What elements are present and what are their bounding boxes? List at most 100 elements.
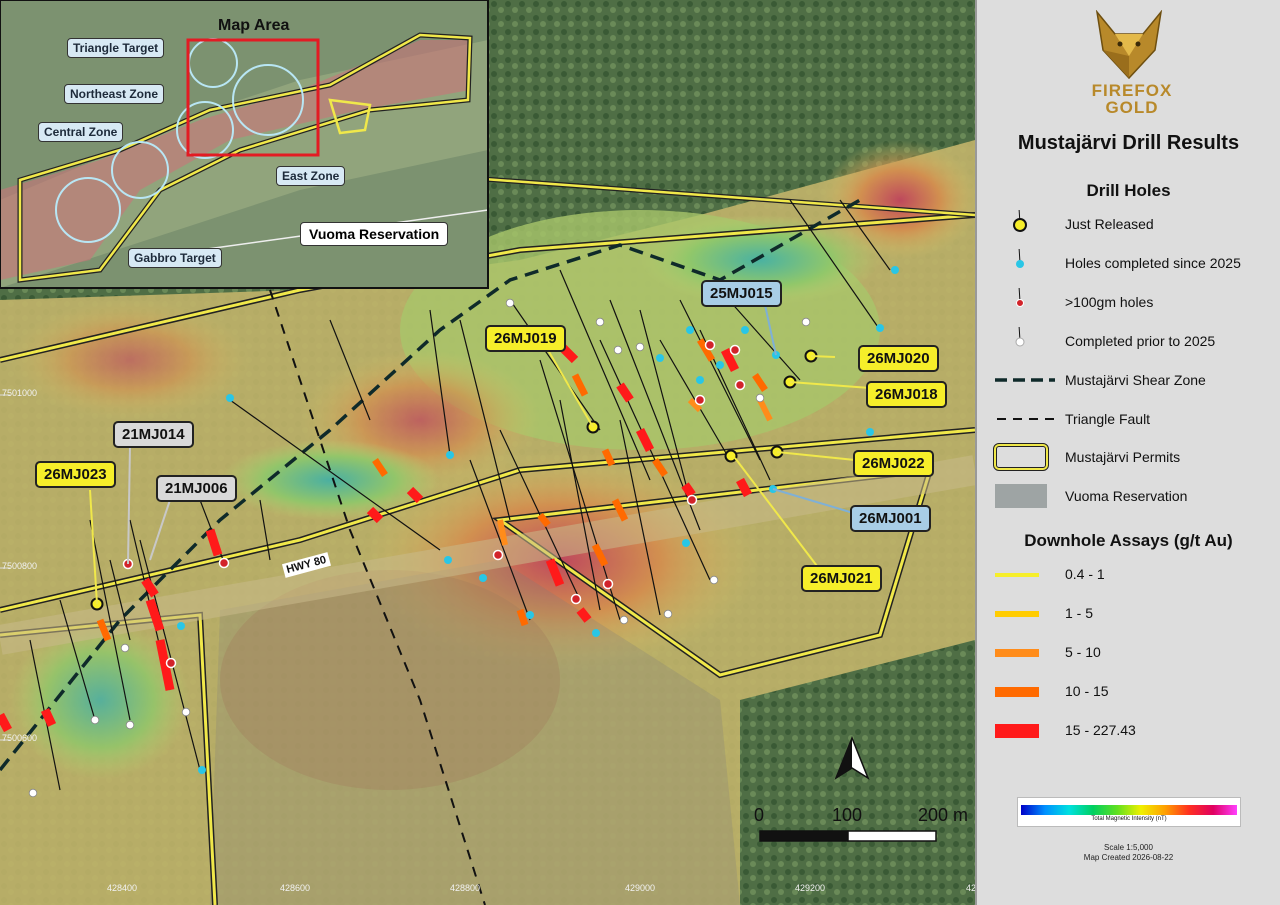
shear-zone-icon — [995, 378, 1055, 382]
collar-since-2025[interactable] — [656, 354, 664, 362]
easting-label: 429000 — [625, 883, 656, 893]
northing-label: 7500600 — [2, 733, 38, 743]
callout-26mj021[interactable]: 26MJ021 — [801, 565, 882, 592]
collar-prior-2025[interactable] — [709, 575, 719, 585]
map-created-text: Map Created 2026-08-22 — [1083, 853, 1174, 862]
easting-label: 428600 — [280, 883, 311, 893]
collar-since-2025[interactable] — [526, 611, 534, 619]
logo-text: FIREFOX GOLD — [1091, 81, 1173, 117]
firefox-logo-icon — [1095, 10, 1163, 80]
collar-over-100gm[interactable] — [686, 494, 698, 506]
drill-holes-heading: Drill Holes — [1086, 181, 1171, 200]
assay-label-3: 5 - 10 — [1065, 644, 1101, 660]
northing-label: 7500800 — [2, 561, 38, 571]
assay-label-5: 15 - 227.43 — [1065, 722, 1136, 738]
callout-26mj020[interactable]: 26MJ020 — [858, 345, 939, 372]
collar-since-2025[interactable] — [741, 326, 749, 334]
collar-over-100gm[interactable] — [570, 593, 582, 605]
inset-title: Map Area — [218, 17, 290, 34]
assay-swatch-4 — [995, 687, 1039, 697]
collar-prior-2025[interactable] — [120, 643, 130, 653]
collar-prior-2025[interactable] — [619, 615, 629, 625]
legend-label-vuoma: Vuoma Reservation — [1065, 488, 1188, 504]
assay-interval — [40, 708, 57, 727]
scale-label-200: 200 m — [918, 805, 969, 825]
collar-over-100gm[interactable] — [694, 394, 706, 406]
collar-since-2025[interactable] — [716, 361, 724, 369]
label-northeast-zone: Northeast Zone — [64, 84, 165, 104]
collar-since-2025[interactable] — [479, 574, 487, 582]
collar-since-2025[interactable] — [226, 394, 234, 402]
assay-swatch-2 — [995, 611, 1039, 617]
easting-label: 428800 — [450, 883, 481, 893]
label-gabbro-target: Gabbro Target — [128, 248, 222, 268]
vuoma-reservation-icon — [995, 484, 1047, 508]
collar-prior-2025[interactable] — [755, 393, 765, 403]
callout-26mj022[interactable]: 26MJ022 — [853, 450, 934, 477]
collar-since-2025[interactable] — [876, 324, 884, 332]
callout-21mj014[interactable]: 21MJ014 — [113, 421, 194, 448]
collar-since-2025[interactable] — [198, 766, 206, 774]
legend-label-triangle-fault: Triangle Fault — [1065, 411, 1151, 427]
collar-since-2025[interactable] — [177, 622, 185, 630]
collar-prior-2025[interactable] — [663, 609, 673, 619]
collar-prior-2025[interactable] — [181, 707, 191, 717]
assay-label-2: 1 - 5 — [1065, 605, 1094, 621]
legend-label-shear-zone: Mustajärvi Shear Zone — [1065, 372, 1206, 388]
collar-since-2025[interactable] — [682, 539, 690, 547]
legend-label-over-100gm: >100gm holes — [1065, 294, 1154, 310]
collar-prior-2025[interactable] — [595, 317, 605, 327]
collar-prior-2025[interactable] — [28, 788, 38, 798]
scale-bar — [759, 830, 937, 842]
collar-prior-2025[interactable] — [125, 720, 135, 730]
collar-over-100gm[interactable] — [218, 557, 230, 569]
permits-icon — [993, 443, 1049, 471]
legend-label-since-2025: Holes completed since 2025 — [1065, 255, 1241, 271]
collar-since-2025[interactable] — [696, 376, 704, 384]
magnetic-colorbar: Total Magnetic Intensity (nT) — [1017, 797, 1241, 827]
collar-since-2025[interactable] — [866, 428, 874, 436]
label-triangle-target: Triangle Target — [67, 38, 165, 58]
scale-label-100: 100 — [832, 805, 863, 825]
collar-over-100gm[interactable] — [704, 339, 716, 351]
collar-since-2025[interactable] — [592, 629, 600, 637]
label-east-zone: East Zone — [276, 166, 346, 186]
legend-label-prior-2025: Completed prior to 2025 — [1065, 333, 1216, 349]
callout-26mj023[interactable]: 26MJ023 — [35, 461, 116, 488]
callout-26mj019[interactable]: 26MJ019 — [485, 325, 566, 352]
map-canvas[interactable] — [0, 0, 975, 905]
callout-26mj018[interactable]: 26MJ018 — [866, 381, 947, 408]
legend-title: Mustajärvi Drill Results — [1017, 132, 1240, 154]
collar-prior-2025[interactable] — [635, 342, 645, 352]
assay-interval — [516, 608, 529, 627]
collar-over-100gm[interactable] — [492, 549, 504, 561]
collar-prior-2025[interactable] — [613, 345, 623, 355]
easting-label: 428400 — [107, 883, 138, 893]
triangle-fault-icon — [997, 418, 1055, 420]
prior-2025-icon — [1015, 327, 1025, 347]
collar-since-2025[interactable] — [446, 451, 454, 459]
collar-prior-2025[interactable] — [90, 715, 100, 725]
legend-panel: FIREFOX GOLD Mustajärvi Drill Results Dr… — [975, 0, 1280, 905]
collar-since-2025[interactable] — [891, 266, 899, 274]
collar-since-2025[interactable] — [686, 326, 694, 334]
assay-interval — [681, 482, 696, 498]
callout-25mj015[interactable]: 25MJ015 — [701, 280, 782, 307]
assay-label-4: 10 - 15 — [1065, 683, 1109, 699]
collar-over-100gm[interactable] — [729, 344, 741, 356]
since-2025-icon — [1016, 249, 1024, 268]
collar-prior-2025[interactable] — [801, 317, 811, 327]
collar-over-100gm[interactable] — [602, 578, 614, 590]
callout-21mj006[interactable]: 21MJ006 — [156, 475, 237, 502]
collar-prior-2025[interactable] — [505, 298, 515, 308]
colorbar-caption: Total Magnetic Intensity (nT) — [1091, 816, 1167, 822]
collar-just-released[interactable] — [724, 449, 738, 463]
assays-heading: Downhole Assays (g/t Au) — [1024, 531, 1233, 550]
collar-over-100gm[interactable] — [165, 657, 177, 669]
callout-26mj001[interactable]: 26MJ001 — [850, 505, 931, 532]
easting-label: 429200 — [795, 883, 826, 893]
collar-over-100gm[interactable] — [734, 379, 746, 391]
label-vuoma-reservation: Vuoma Reservation — [300, 222, 449, 246]
just-released-icon — [1013, 210, 1027, 232]
collar-since-2025[interactable] — [444, 556, 452, 564]
